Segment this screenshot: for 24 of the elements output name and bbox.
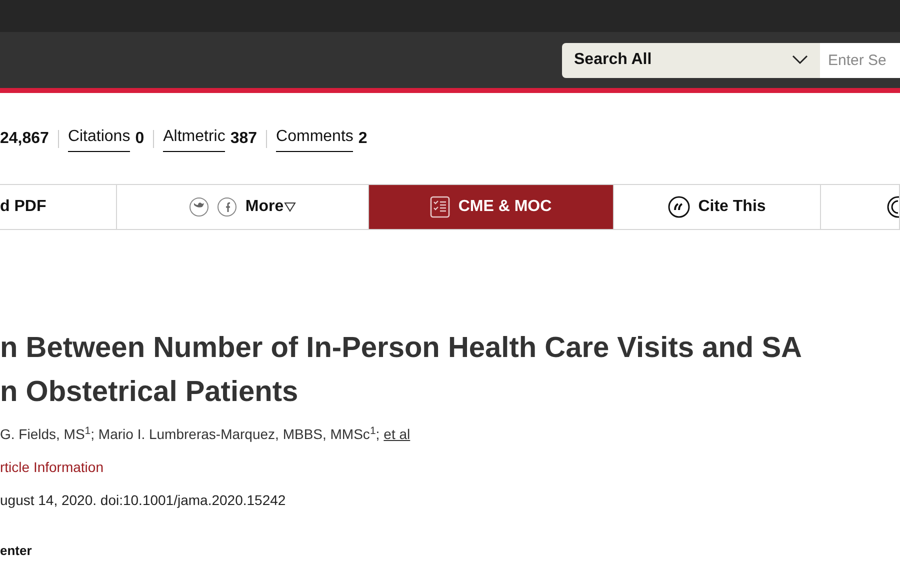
checklist-icon [430, 196, 450, 218]
metric-value: 0 [135, 128, 144, 148]
toolbar-tab[interactable]: CME & MOC [369, 185, 614, 229]
et-al-link[interactable]: et al [384, 424, 410, 445]
metric-link[interactable]: Citations [68, 125, 130, 152]
metric-value: 24,867 [0, 128, 49, 148]
toolbar-tab[interactable]: d PDF [0, 185, 117, 229]
quote-icon [668, 196, 690, 218]
publication-info: ugust 14, 2020. doi:10.1001/jama.2020.15242 [0, 491, 287, 510]
article-title-line: n Between Number of In-Person Health Care Visits and SA [0, 331, 803, 366]
search-scope-dropdown[interactable]: Search All [562, 42, 820, 78]
search-field[interactable]: Enter Se [820, 42, 900, 78]
article-title-line: n Obstetrical Patients [0, 375, 300, 410]
article-information-link[interactable]: rticle Information [0, 457, 900, 478]
facebook-icon[interactable] [217, 197, 238, 217]
author-list: G. Fields, MS$^{1}$; Mario I. Lumbreras-Marquez, MBBS, MMSc$^{1}$; [0, 424, 380, 445]
section-label: enter [0, 542, 33, 560]
search-scope-label: Search All [574, 50, 652, 70]
metric-value: 387 [230, 128, 258, 148]
metric-value: 2 [358, 128, 368, 148]
caret-icon [284, 202, 296, 212]
metric-link[interactable]: Altmetric [163, 125, 226, 152]
chevron-down-icon [792, 55, 808, 65]
metric-link[interactable]: Comments [276, 125, 354, 152]
